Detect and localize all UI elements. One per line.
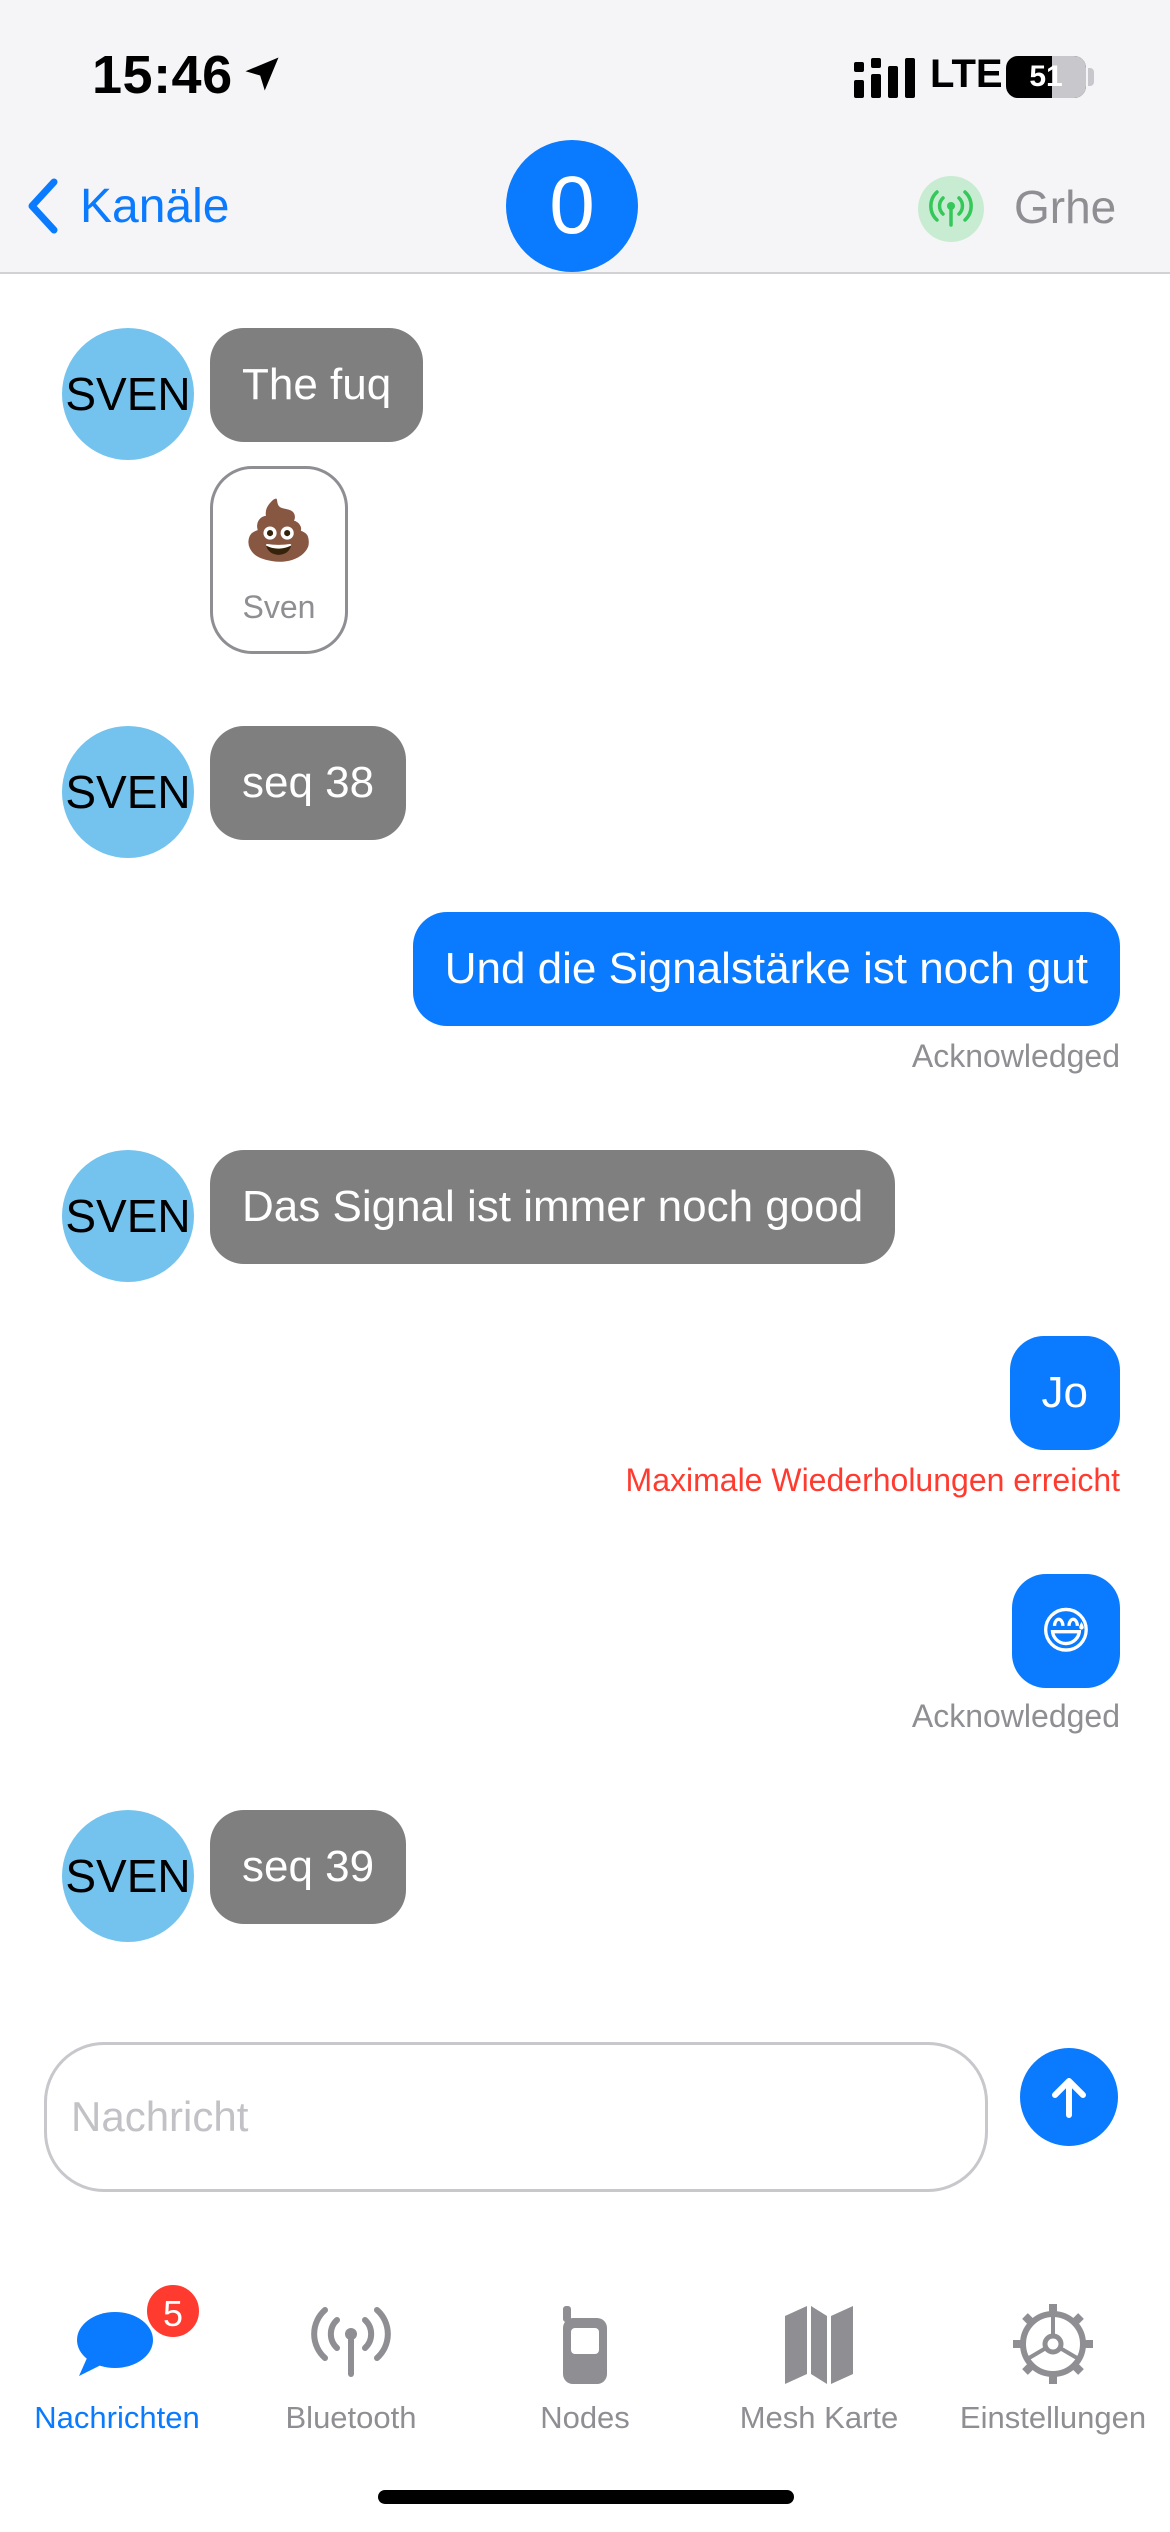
tab-label: Nachrichten	[34, 2400, 200, 2435]
chevron-left-icon	[28, 178, 58, 234]
outgoing-message-bubble[interactable]: 😅	[1011, 1574, 1120, 1688]
antenna-icon	[311, 2307, 391, 2377]
back-button[interactable]: Kanäle	[24, 174, 229, 238]
gear-icon	[1013, 2304, 1093, 2384]
incoming-message-bubble[interactable]: seq 38	[210, 726, 407, 840]
cellular-signal-icon	[854, 58, 915, 98]
reaction-badge[interactable]: 💩 Sven	[210, 466, 348, 654]
connected-node-name: Grhe	[1014, 181, 1117, 233]
tab-label: Einstellungen	[959, 2400, 1147, 2435]
status-time: 15:46	[92, 45, 233, 105]
tab-label: Mesh Karte	[739, 2400, 899, 2435]
incoming-message-bubble[interactable]: The fuq	[210, 328, 424, 442]
tab-mesh-karte[interactable]: Mesh Karte	[702, 2292, 936, 2442]
avatar[interactable]: SVEN	[62, 328, 194, 460]
reaction-emoji: 💩	[242, 498, 316, 563]
tab-nodes[interactable]: Nodes	[468, 2292, 702, 2442]
arrow-up-icon	[1052, 2078, 1086, 2118]
network-type: LTE	[930, 52, 1003, 96]
message-status: Acknowledged	[911, 1698, 1120, 1734]
antenna-connected-icon	[929, 190, 973, 227]
message-status: Acknowledged	[911, 1038, 1120, 1074]
battery-level: 51	[1029, 60, 1063, 93]
avatar[interactable]: SVEN	[62, 1150, 194, 1282]
battery-tip	[1088, 68, 1094, 86]
handheld-radio-icon	[563, 2306, 607, 2384]
location-arrow-icon	[245, 57, 279, 91]
avatar[interactable]: SVEN	[62, 1810, 194, 1942]
avatar[interactable]: SVEN	[62, 726, 194, 858]
tab-bluetooth[interactable]: Bluetooth	[234, 2292, 468, 2442]
outgoing-message-bubble[interactable]: Jo	[1009, 1336, 1120, 1450]
battery-icon: 51	[1006, 56, 1086, 98]
incoming-message-bubble[interactable]: seq 39	[210, 1810, 407, 1924]
connection-status-button[interactable]	[918, 176, 984, 242]
channel-number: 0	[506, 140, 638, 272]
tab-label: Nodes	[540, 2400, 630, 2435]
send-button[interactable]	[1020, 2048, 1118, 2146]
reaction-sender: Sven	[242, 589, 316, 625]
message-status-error: Maximale Wiederholungen erreicht	[625, 1462, 1120, 1498]
home-indicator[interactable]	[378, 2490, 794, 2504]
unread-badge: 5	[144, 2282, 202, 2340]
message-input[interactable]	[44, 2042, 988, 2192]
back-label: Kanäle	[80, 179, 230, 233]
incoming-message-bubble[interactable]: Das Signal ist immer noch good	[210, 1150, 896, 1264]
tab-einstellungen[interactable]: Einstellungen	[936, 2292, 1170, 2442]
tab-label: Bluetooth	[285, 2400, 417, 2435]
outgoing-message-bubble[interactable]: Und die Signalstärke ist noch gut	[412, 912, 1120, 1026]
map-icon	[785, 2306, 853, 2384]
